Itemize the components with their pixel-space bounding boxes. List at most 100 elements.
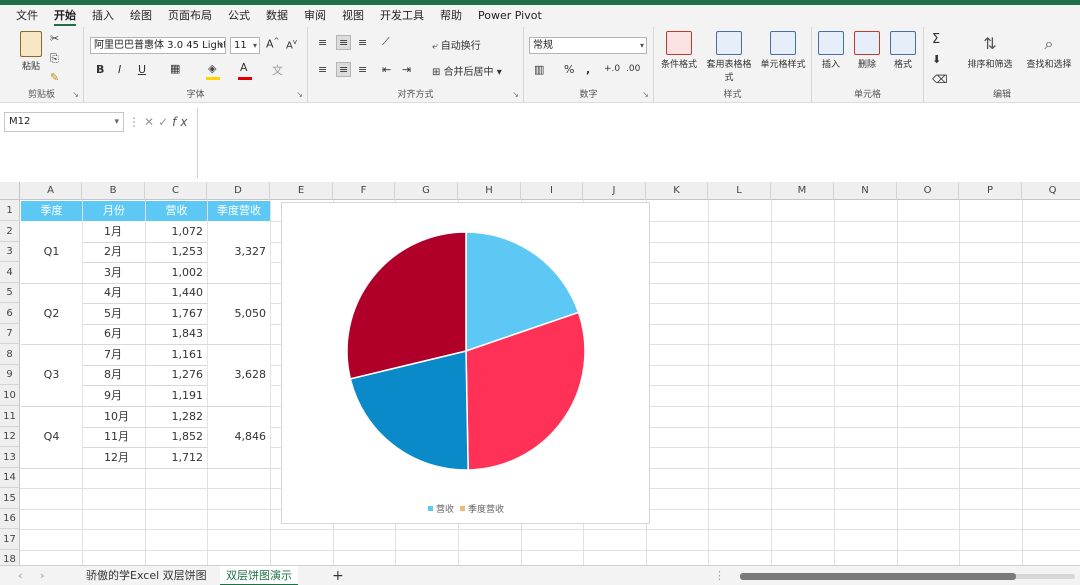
decrease-font-icon[interactable]: Av	[286, 38, 297, 51]
column-header[interactable]: Q	[1022, 182, 1080, 200]
prev-sheet-icon[interactable]: ‹	[12, 566, 28, 585]
bold-icon[interactable]: B	[96, 63, 104, 76]
menu-draw[interactable]: 绘图	[122, 5, 160, 27]
align-middle-icon[interactable]: ≡	[336, 35, 352, 50]
align-left-icon[interactable]: ≡	[318, 63, 327, 76]
number-format-select[interactable]: 常规 ▾	[529, 37, 647, 54]
month-cell[interactable]: 2月	[104, 242, 122, 262]
column-header[interactable]: M	[771, 182, 834, 200]
menu-home[interactable]: 开始	[46, 5, 84, 27]
menu-insert[interactable]: 插入	[84, 5, 122, 27]
format-as-table-button[interactable]: 套用表格格式	[706, 31, 752, 83]
fill-color-icon[interactable]: ◈	[208, 62, 216, 75]
month-cell[interactable]: 11月	[104, 427, 129, 447]
horizontal-scroll-thumb[interactable]	[740, 573, 1016, 580]
format-cells-button[interactable]: 格式	[884, 31, 922, 70]
align-right-icon[interactable]: ≡	[358, 63, 367, 76]
comma-icon[interactable]: ,	[586, 63, 590, 76]
column-header[interactable]: P	[959, 182, 1022, 200]
row-header[interactable]: 6	[0, 303, 20, 324]
more-icon[interactable]: ⋮	[128, 115, 144, 129]
column-header[interactable]: N	[834, 182, 897, 200]
menu-view[interactable]: 视图	[334, 5, 372, 27]
revenue-cell[interactable]: 1,002	[145, 262, 204, 283]
revenue-cell[interactable]: 1,253	[145, 242, 204, 262]
next-sheet-icon[interactable]: ›	[34, 566, 50, 585]
insert-cells-button[interactable]: 插入	[812, 31, 850, 70]
column-header[interactable]: D	[207, 182, 270, 200]
sort-filter-button[interactable]: ⇅ 排序和筛选	[962, 31, 1018, 70]
cut-icon[interactable]: ✂	[50, 32, 59, 45]
column-header[interactable]: C	[145, 182, 207, 200]
row-header[interactable]: 8	[0, 344, 20, 365]
menu-power-pivot[interactable]: Power Pivot	[470, 5, 550, 27]
column-header[interactable]: B	[82, 182, 145, 200]
align-top-icon[interactable]: ≡	[318, 36, 327, 49]
column-header[interactable]: H	[458, 182, 521, 200]
table-header-cell[interactable]: 营收	[146, 201, 207, 221]
row-header[interactable]: 7	[0, 324, 20, 344]
find-select-button[interactable]: ⌕ 查找和选择	[1020, 31, 1078, 70]
month-cell[interactable]: 9月	[104, 385, 122, 406]
revenue-cell[interactable]: 1,282	[145, 406, 204, 427]
revenue-cell[interactable]: 1,767	[145, 303, 204, 324]
quarter-revenue-cell[interactable]: 5,050	[208, 283, 267, 344]
row-header[interactable]: 17	[0, 529, 20, 550]
revenue-cell[interactable]: 1,072	[145, 221, 204, 242]
fill-icon[interactable]: ⬇	[932, 53, 941, 66]
enter-icon[interactable]: ✓	[158, 115, 172, 129]
increase-font-icon[interactable]: A^	[266, 37, 279, 51]
month-cell[interactable]: 6月	[104, 324, 122, 344]
month-cell[interactable]: 5月	[104, 303, 122, 324]
revenue-cell[interactable]: 1,276	[145, 365, 204, 385]
row-header[interactable]: 10	[0, 385, 20, 406]
copy-icon[interactable]: ⎘	[50, 52, 59, 66]
quarter-cell[interactable]: Q4	[21, 406, 82, 468]
font-name-select[interactable]: 阿里巴巴普惠体 3.0 45 Light ▾	[90, 37, 226, 54]
revenue-cell[interactable]: 1,852	[145, 427, 204, 447]
increase-indent-icon[interactable]: ⇥	[402, 63, 411, 76]
row-header[interactable]: 9	[0, 365, 20, 385]
add-sheet-button[interactable]: +	[326, 566, 350, 585]
row-header[interactable]: 2	[0, 221, 20, 242]
underline-icon[interactable]: U	[138, 63, 146, 76]
revenue-cell[interactable]: 1,191	[145, 385, 204, 406]
autosum-icon[interactable]: Σ	[932, 32, 940, 47]
revenue-cell[interactable]: 1,161	[145, 344, 204, 365]
formula-bar-input[interactable]	[197, 108, 1080, 178]
row-header[interactable]: 14	[0, 468, 20, 488]
row-header[interactable]: 15	[0, 488, 20, 509]
row-header[interactable]: 12	[0, 427, 20, 447]
sheet-tab-2[interactable]: 双层饼图演示	[220, 566, 298, 585]
month-cell[interactable]: 1月	[104, 221, 122, 242]
orientation-icon[interactable]: ⟋	[382, 35, 390, 49]
column-header[interactable]: O	[897, 182, 959, 200]
align-bottom-icon[interactable]: ≡	[358, 36, 367, 49]
clear-icon[interactable]: ⌫	[932, 73, 948, 86]
quarter-revenue-cell[interactable]: 3,628	[208, 344, 267, 406]
column-header[interactable]: G	[395, 182, 458, 200]
font-color-icon[interactable]: A	[240, 61, 248, 74]
font-launcher-icon[interactable]: ↘	[296, 90, 303, 99]
column-header[interactable]: I	[521, 182, 583, 200]
table-header-cell[interactable]: 季度	[21, 201, 82, 221]
name-box[interactable]: M12 ▾	[4, 112, 124, 132]
conditional-format-button[interactable]: 条件格式	[656, 31, 702, 70]
row-header[interactable]: 1	[0, 200, 20, 221]
table-header-cell[interactable]: 月份	[83, 201, 145, 221]
cell-styles-button[interactable]: 单元格样式	[756, 31, 810, 70]
revenue-cell[interactable]: 1,843	[145, 324, 204, 344]
menu-help[interactable]: 帮助	[432, 5, 470, 27]
clipboard-launcher-icon[interactable]: ↘	[72, 90, 79, 99]
percent-icon[interactable]: %	[564, 63, 574, 76]
border-icon[interactable]: ▦	[170, 62, 180, 75]
row-header[interactable]: 3	[0, 242, 20, 262]
pie-chart[interactable]: 营收 季度营收	[281, 202, 650, 524]
font-size-select[interactable]: 11 ▾	[230, 37, 260, 54]
month-cell[interactable]: 10月	[104, 406, 129, 427]
cancel-icon[interactable]: ✕	[144, 115, 158, 129]
month-cell[interactable]: 3月	[104, 262, 122, 283]
column-header[interactable]: J	[583, 182, 646, 200]
month-cell[interactable]: 8月	[104, 365, 122, 385]
column-header[interactable]: F	[333, 182, 395, 200]
